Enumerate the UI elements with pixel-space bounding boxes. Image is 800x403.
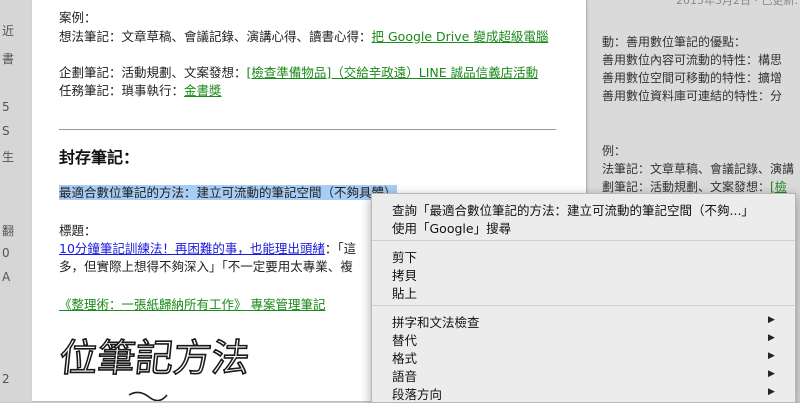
submenu-arrow-icon: ▶	[768, 387, 775, 397]
menu-item-format[interactable]: 格式	[392, 348, 417, 367]
menu-item-google-search[interactable]: 使用「Google」搜尋	[392, 218, 511, 237]
task-notes-prefix: 任務筆記：瑣事執行：	[59, 83, 185, 98]
menu-item-lookup[interactable]: 查詢「最適合數位筆記的方法：建立可流動的筆記空間（不夠...」	[392, 200, 754, 219]
training-method-link[interactable]: 10分鐘筆記訓練法！再困難的事，也能理出頭緒	[59, 241, 325, 256]
menu-item-paragraph-direction[interactable]: 段落方向	[392, 384, 442, 403]
left-panel-char: 5	[2, 100, 10, 114]
title-line: 10分鐘筆記訓練法！再困難的事，也能理出頭緒：「這	[59, 240, 356, 258]
background-line: 例：	[602, 144, 627, 158]
menu-item-substitutions[interactable]: 替代	[392, 330, 417, 349]
plan-notes-prefix: 企劃筆記：活動規劃、文案發想：	[59, 65, 247, 80]
book-line: 《整理術：一張紙歸納所有工作》 專案管理筆記	[59, 296, 325, 314]
context-menu: 查詢「最適合數位筆記的方法：建立可流動的筆記空間（不夠...」 使用「Googl…	[371, 193, 796, 403]
left-background-panel: 近 書 5 S 生 翻 0 A 2	[0, 0, 32, 401]
background-line: 善用數位內容可流動的特性：構思	[602, 53, 783, 67]
left-panel-char: 生	[2, 150, 15, 164]
example-label: 案例：	[59, 10, 97, 25]
left-panel-char: A	[2, 270, 11, 284]
idea-notes-prefix: 想法筆記：文章草稿、會議記錄、演講心得、讀書心得：	[59, 29, 372, 44]
submenu-arrow-icon: ▶	[768, 369, 775, 379]
menu-item-paste[interactable]: 貼上	[392, 283, 417, 302]
submenu-arrow-icon: ▶	[768, 351, 775, 361]
idea-notes-line: 想法筆記：文章草稿、會議記錄、演講心得、讀書心得：把 Google Drive …	[59, 28, 548, 46]
menu-item-speech[interactable]: 語音	[392, 366, 417, 385]
title-label: 標題：	[59, 223, 97, 238]
menu-item-cut[interactable]: 剪下	[392, 247, 417, 266]
left-panel-char: S	[2, 124, 10, 138]
menu-separator	[372, 305, 795, 306]
background-line: 善用數位資料庫可連結的特性：分	[602, 89, 783, 103]
background-link: [檢	[770, 180, 787, 194]
menu-separator	[372, 240, 795, 241]
background-line: 法筆記：文章草稿、會議記錄、演講	[602, 162, 795, 176]
left-panel-char: 翻	[2, 224, 15, 238]
background-line: 善用數位空間可移動的特性：擴增	[602, 71, 783, 85]
task-notes-line: 任務筆記：瑣事執行：金書獎	[59, 82, 222, 100]
left-panel-char: 近	[2, 24, 15, 38]
selected-line[interactable]: 最適合數位筆記的方法：建立可流動的筆記空間（不夠具體）	[59, 184, 397, 202]
menu-item-spelling-grammar[interactable]: 拼字和文法檢查	[392, 312, 480, 331]
horizontal-divider	[59, 129, 556, 130]
archive-heading: 封存筆記：	[59, 148, 140, 167]
submenu-arrow-icon: ▶	[768, 333, 775, 343]
title-suffix: ：「這	[324, 241, 357, 256]
golden-book-link[interactable]: 金書獎	[184, 83, 222, 98]
plan-notes-line: 企劃筆記：活動規劃、文案發想：[檢查準備物品]（交給辛政遠）LINE 誠品信義店…	[59, 64, 538, 82]
menu-item-copy[interactable]: 拷貝	[392, 265, 417, 284]
background-line: 動：善用數位筆記的優點：	[602, 35, 747, 49]
line-event-link[interactable]: [檢查準備物品]（交給辛政遠）LINE 誠品信義店活動	[247, 65, 539, 80]
handwriting-stroke	[128, 391, 168, 401]
left-panel-char: 2	[2, 372, 10, 386]
background-date: 2015年3月2日 · 已更新: 2015年3月5日	[676, 0, 800, 7]
google-drive-link[interactable]: 把 Google Drive 變成超級電腦	[372, 29, 549, 44]
handwriting-image: 位筆記方法	[59, 335, 253, 401]
body-line: 多，但實際上想得不夠深入」「不一定要用太專業、複	[59, 259, 353, 274]
selected-text[interactable]: 最適合數位筆記的方法：建立可流動的筆記空間（不夠具體）	[59, 185, 397, 200]
left-panel-char: 0	[2, 246, 10, 260]
organizing-book-link[interactable]: 《整理術：一張紙歸納所有工作》 專案管理筆記	[59, 297, 325, 312]
left-panel-char: 書	[2, 52, 15, 66]
handwriting-text: 位筆記方法	[59, 336, 252, 380]
submenu-arrow-icon: ▶	[768, 315, 775, 325]
